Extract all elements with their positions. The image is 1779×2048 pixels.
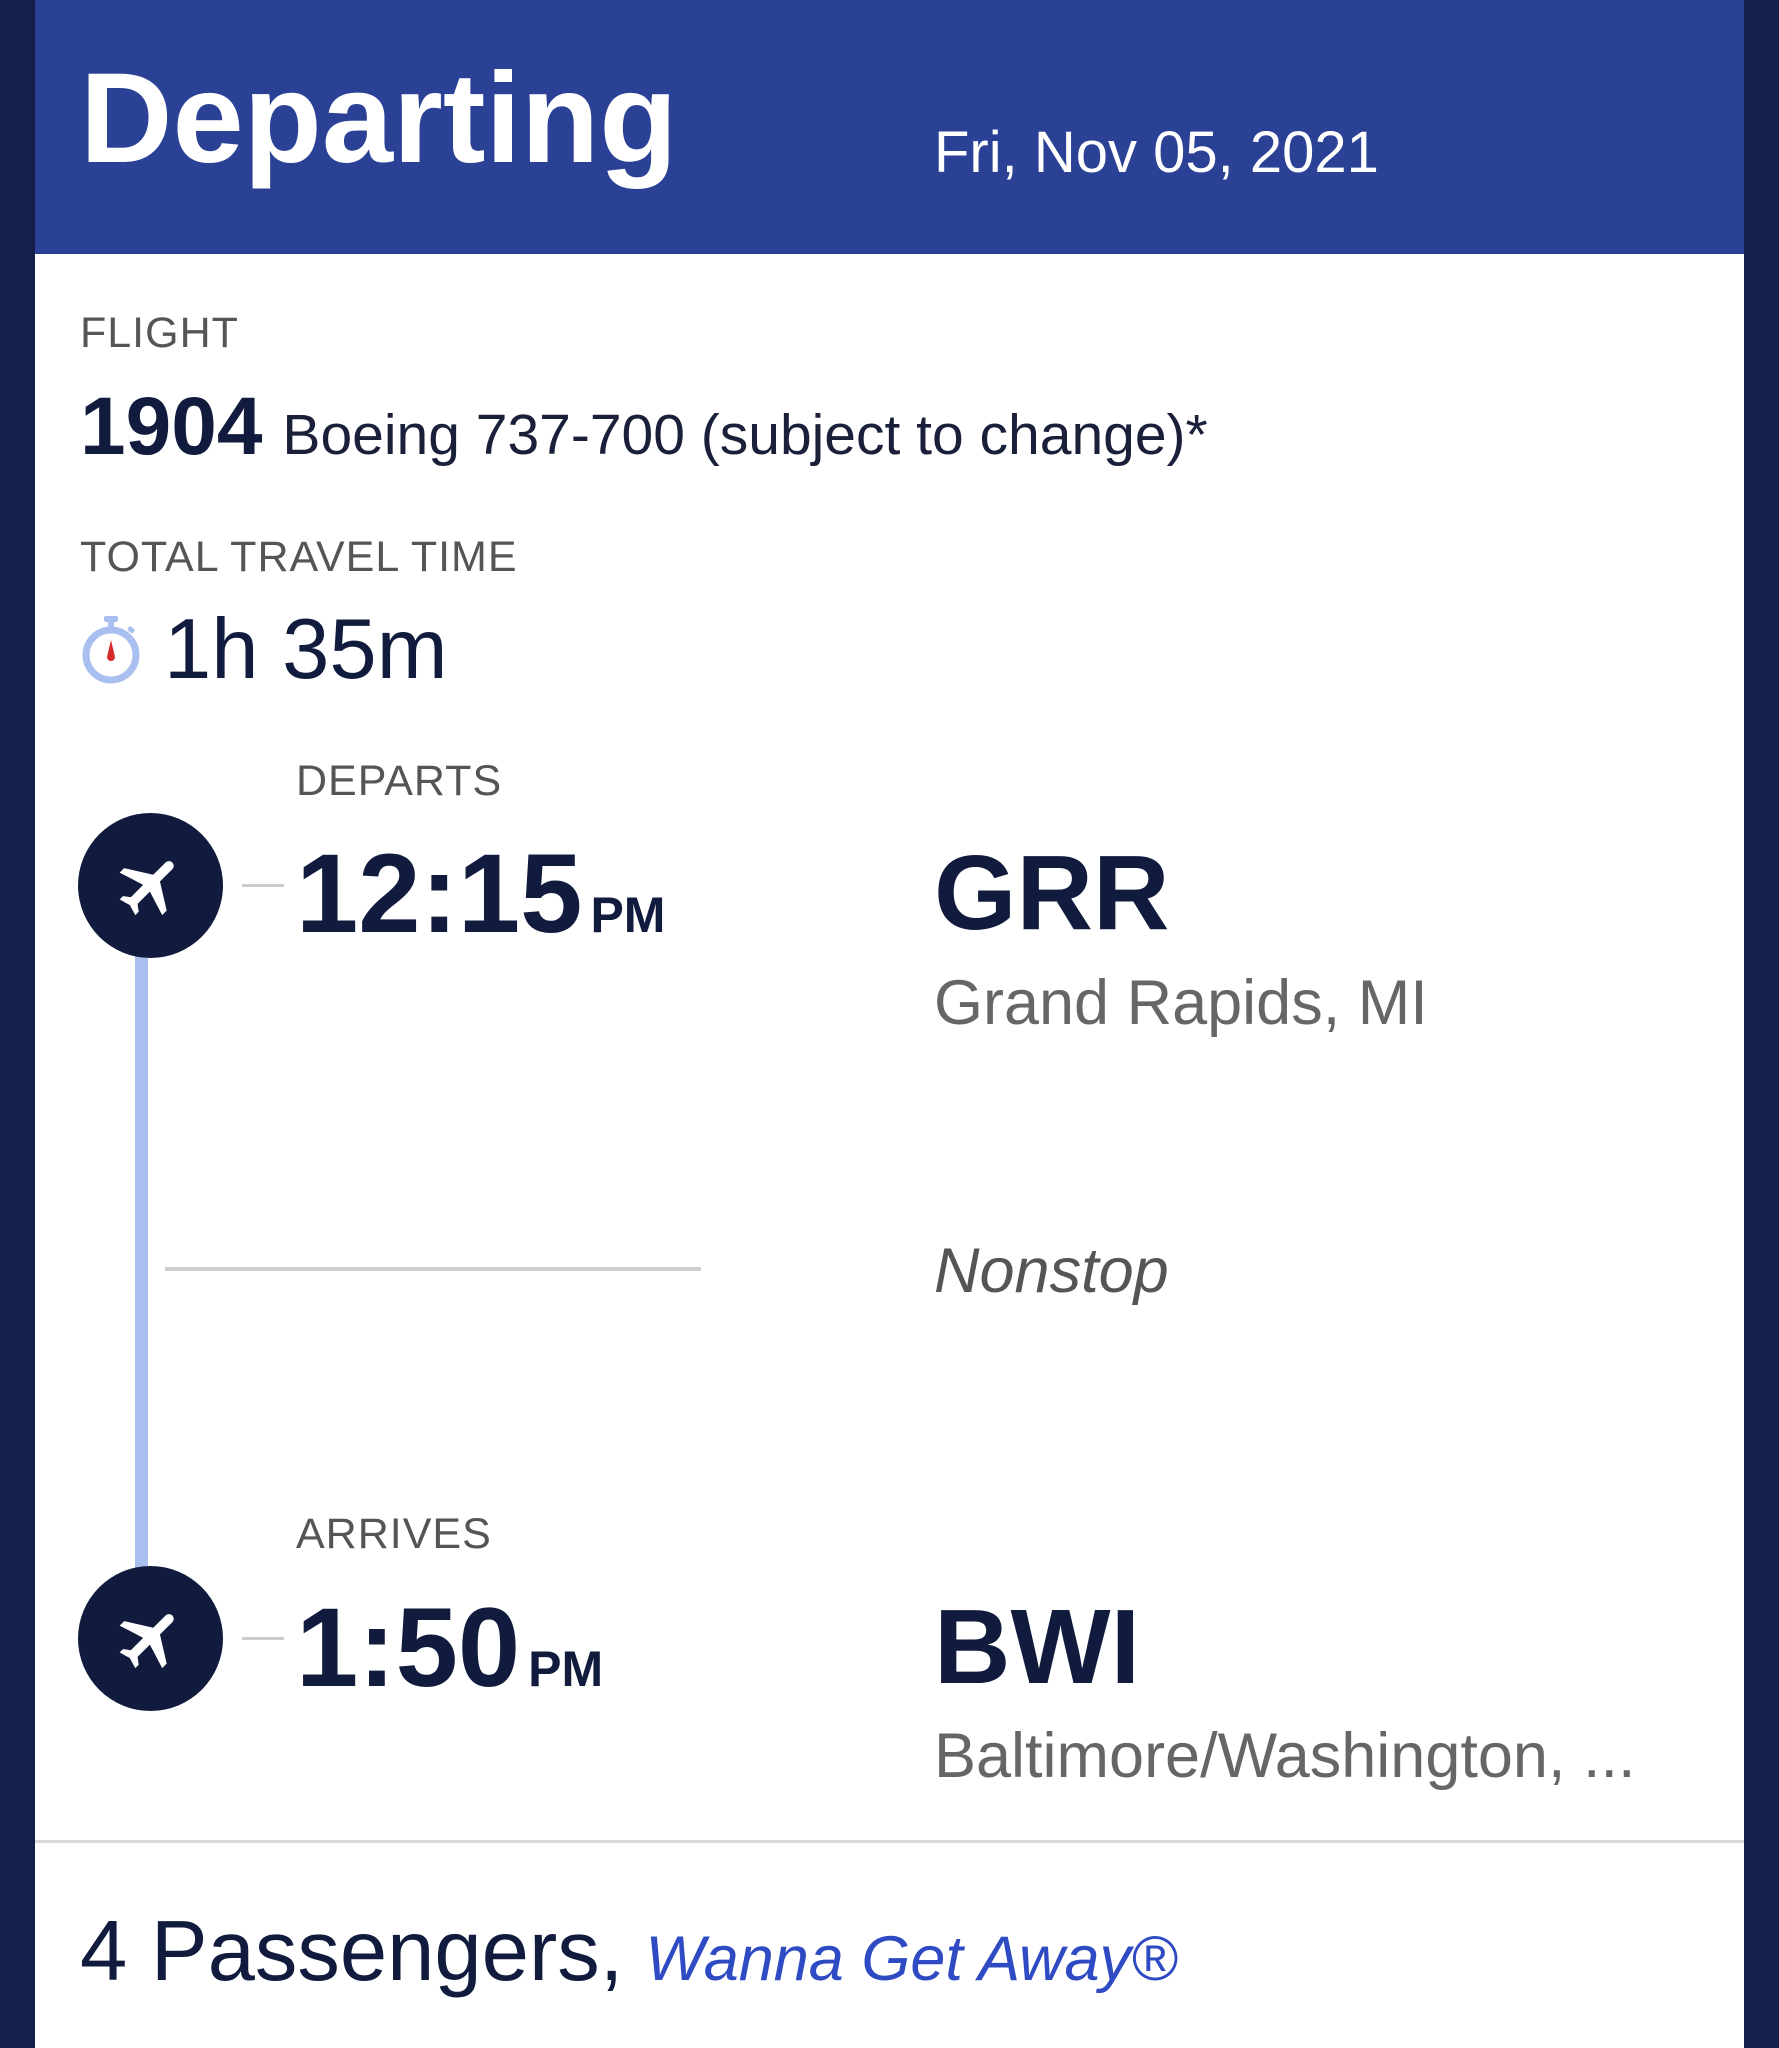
airplane-landing-icon <box>78 1566 223 1711</box>
flight-info: 1904 Boeing 737-700 (subject to change)* <box>80 386 1208 468</box>
travel-duration: 1h 35m <box>164 601 448 697</box>
passenger-summary: 4 Passengers, Wanna Get Away® <box>80 1909 1177 1994</box>
flight-label: FLIGHT <box>80 309 239 357</box>
arrival-time: 1:50 PM <box>296 1592 603 1704</box>
aircraft-type: Boeing 737-700 (subject to change)* <box>282 403 1208 467</box>
departure-date: Fri, Nov 05, 2021 <box>934 120 1379 185</box>
page-title: Departing <box>80 47 678 190</box>
arrival-ampm: PM <box>528 1641 604 1697</box>
timeline-tick <box>242 1637 284 1640</box>
travel-time: 1h 35m <box>80 604 448 694</box>
timeline-connector <box>135 955 148 1575</box>
footer-divider <box>35 1840 1744 1843</box>
stopwatch-icon <box>82 616 140 684</box>
nonstop-divider <box>165 1267 701 1271</box>
timeline-tick <box>242 884 284 887</box>
flight-details-card: Departing Fri, Nov 05, 2021 FLIGHT 1904 B… <box>35 0 1744 2048</box>
airplane-takeoff-icon <box>78 813 223 958</box>
travel-time-label: TOTAL TRAVEL TIME <box>80 533 518 581</box>
departure-ampm: PM <box>590 887 666 943</box>
passenger-count: 4 Passengers, <box>80 1904 624 1999</box>
departs-label: DEPARTS <box>296 757 503 805</box>
departure-city: Grand Rapids, MI <box>934 968 1428 1038</box>
arrival-airport-code: BWI <box>934 1588 1141 1706</box>
nonstop-label: Nonstop <box>934 1236 1169 1306</box>
arrival-city: Baltimore/Washington, ... <box>934 1721 1636 1791</box>
card-header: Departing Fri, Nov 05, 2021 <box>35 0 1744 254</box>
fare-type-link[interactable]: Wanna Get Away® <box>645 1924 1177 1994</box>
departure-time-value: 12:15 <box>296 831 583 956</box>
flight-number: 1904 <box>80 381 263 472</box>
arrives-label: ARRIVES <box>296 1510 492 1558</box>
departure-time: 12:15 PM <box>296 838 665 950</box>
departure-airport-code: GRR <box>934 834 1170 952</box>
arrival-time-value: 1:50 <box>296 1585 521 1710</box>
